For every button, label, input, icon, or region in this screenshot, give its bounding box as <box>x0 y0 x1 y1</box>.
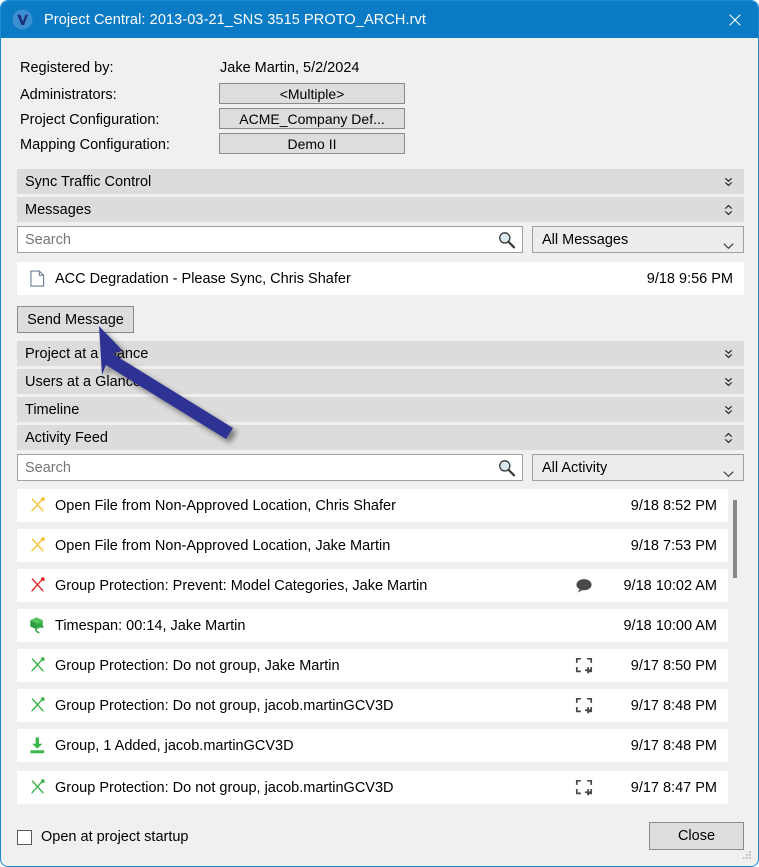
mapping-configuration-button[interactable]: Demo II <box>219 133 405 154</box>
administrators-button[interactable]: <Multiple> <box>219 83 405 104</box>
section-header-activity-feed[interactable]: Activity Feed <box>17 425 744 450</box>
selection-add-icon[interactable] <box>573 778 595 798</box>
activity-row[interactable]: Group Protection: Prevent: Model Categor… <box>17 569 728 602</box>
activity-text: Group Protection: Do not group, Jake Mar… <box>55 657 340 674</box>
resize-grip-icon[interactable] <box>740 849 752 861</box>
section-label: Sync Traffic Control <box>25 173 152 190</box>
activity-filter-value: All Activity <box>542 459 608 476</box>
chevron-double-down-icon <box>722 375 735 389</box>
messages-search-placeholder: Search <box>25 231 71 248</box>
send-message-button[interactable]: Send Message <box>17 306 134 333</box>
activity-date: 9/17 8:48 PM <box>630 697 717 714</box>
activity-date: 9/18 10:00 AM <box>623 617 717 634</box>
activity-text: Open File from Non-Approved Location, Ch… <box>55 497 396 514</box>
activity-search-input[interactable]: Search <box>17 454 523 481</box>
section-label: Project at a Glance <box>25 345 149 362</box>
tools-ok-icon <box>27 696 47 716</box>
activity-date: 9/17 8:48 PM <box>630 737 717 754</box>
activity-filter-dropdown[interactable]: All Activity <box>532 454 744 481</box>
title-bar: Project Central: 2013-03-21_SNS 3515 PRO… <box>1 1 758 38</box>
search-icon[interactable] <box>497 230 516 249</box>
field-registered-by: Registered by: <box>20 60 114 76</box>
field-mapping-configuration: Mapping Configuration: <box>20 137 170 153</box>
activity-search-placeholder: Search <box>25 459 71 476</box>
activity-scrollbar[interactable] <box>729 489 741 808</box>
section-header-sync-traffic-control[interactable]: Sync Traffic Control <box>17 169 744 194</box>
activity-row[interactable]: Group Protection: Do not group, jacob.ma… <box>17 689 728 722</box>
download-icon <box>27 736 47 756</box>
activity-date: 9/18 8:52 PM <box>630 497 717 514</box>
tools-warning-icon <box>27 496 47 516</box>
activity-row[interactable]: Open File from Non-Approved Location, Ch… <box>17 489 728 522</box>
project-central-logo-icon <box>12 9 33 30</box>
comment-icon[interactable] <box>573 576 595 596</box>
activity-text: Group, 1 Added, jacob.martinGCV3D <box>55 737 294 754</box>
activity-row[interactable]: Group Protection: Do not group, jacob.ma… <box>17 771 728 804</box>
checkbox-box[interactable] <box>17 829 32 845</box>
open-at-project-startup-checkbox[interactable]: Open at project startup <box>17 829 189 845</box>
chevron-double-down-icon <box>722 347 735 361</box>
message-date: 9/18 9:56 PM <box>646 270 733 287</box>
project-central-dialog: Project Central: 2013-03-21_SNS 3515 PRO… <box>0 0 759 867</box>
section-label: Users at a Glance <box>25 373 142 390</box>
timespan-sync-icon <box>27 616 47 636</box>
section-header-users-at-a-glance[interactable]: Users at a Glance <box>17 369 744 394</box>
activity-row[interactable]: Open File from Non-Approved Location, Ja… <box>17 529 728 562</box>
activity-text: Group Protection: Do not group, jacob.ma… <box>55 779 394 796</box>
messages-filter-dropdown[interactable]: All Messages <box>532 226 744 253</box>
messages-filter-value: All Messages <box>542 231 629 248</box>
activity-text: Group Protection: Do not group, jacob.ma… <box>55 697 394 714</box>
close-icon <box>729 13 741 26</box>
activity-date: 9/17 8:50 PM <box>630 657 717 674</box>
activity-text: Group Protection: Prevent: Model Categor… <box>55 577 428 594</box>
activity-text: Timespan: 00:14, Jake Martin <box>55 617 246 634</box>
activity-date: 9/18 10:02 AM <box>623 577 717 594</box>
chevron-down-icon <box>723 236 734 249</box>
tools-warning-icon <box>27 536 47 556</box>
activity-row[interactable]: Group Protection: Do not group, Jake Mar… <box>17 649 728 682</box>
activity-date: 9/17 8:47 PM <box>630 779 717 796</box>
message-row[interactable]: ACC Degradation - Please Sync, Chris Sha… <box>17 262 744 295</box>
chevron-double-down-icon <box>722 175 735 189</box>
message-text: ACC Degradation - Please Sync, Chris Sha… <box>55 270 351 287</box>
search-icon[interactable] <box>497 458 516 477</box>
activity-text: Open File from Non-Approved Location, Ja… <box>55 537 391 554</box>
chevron-double-collapse-icon <box>722 431 735 445</box>
activity-scrollbar-thumb[interactable] <box>733 500 737 578</box>
section-label: Messages <box>25 201 92 218</box>
section-label: Activity Feed <box>25 429 108 446</box>
project-info-header: Registered by: Jake Martin, 5/2/2024 Adm… <box>2 38 757 167</box>
tools-ok-icon <box>27 778 47 798</box>
chevron-double-down-icon <box>722 403 735 417</box>
window-title: Project Central: 2013-03-21_SNS 3515 PRO… <box>44 11 427 28</box>
registered-by-value: Jake Martin, 5/2/2024 <box>220 60 360 76</box>
section-header-project-at-a-glance[interactable]: Project at a Glance <box>17 341 744 366</box>
tools-ok-icon <box>27 656 47 676</box>
selection-add-icon[interactable] <box>573 696 595 716</box>
section-header-messages[interactable]: Messages <box>17 197 744 222</box>
close-button[interactable]: Close <box>649 822 744 850</box>
project-configuration-button[interactable]: ACME_Company Def... <box>219 108 405 129</box>
selection-add-icon[interactable] <box>573 656 595 676</box>
activity-row[interactable]: Timespan: 00:14, Jake Martin 9/18 10:00 … <box>17 609 728 642</box>
document-icon <box>27 269 47 289</box>
checkbox-label: Open at project startup <box>41 829 189 845</box>
tools-error-icon <box>27 576 47 596</box>
field-administrators: Administrators: <box>20 87 117 103</box>
chevron-double-collapse-icon <box>722 203 735 217</box>
field-project-configuration: Project Configuration: <box>20 112 160 128</box>
activity-row[interactable]: Group, 1 Added, jacob.martinGCV3D 9/17 8… <box>17 729 728 762</box>
close-window-button[interactable] <box>712 1 758 38</box>
chevron-down-icon <box>723 464 734 477</box>
section-label: Timeline <box>25 401 80 418</box>
messages-search-input[interactable]: Search <box>17 226 523 253</box>
section-header-timeline[interactable]: Timeline <box>17 397 744 422</box>
activity-date: 9/18 7:53 PM <box>630 537 717 554</box>
